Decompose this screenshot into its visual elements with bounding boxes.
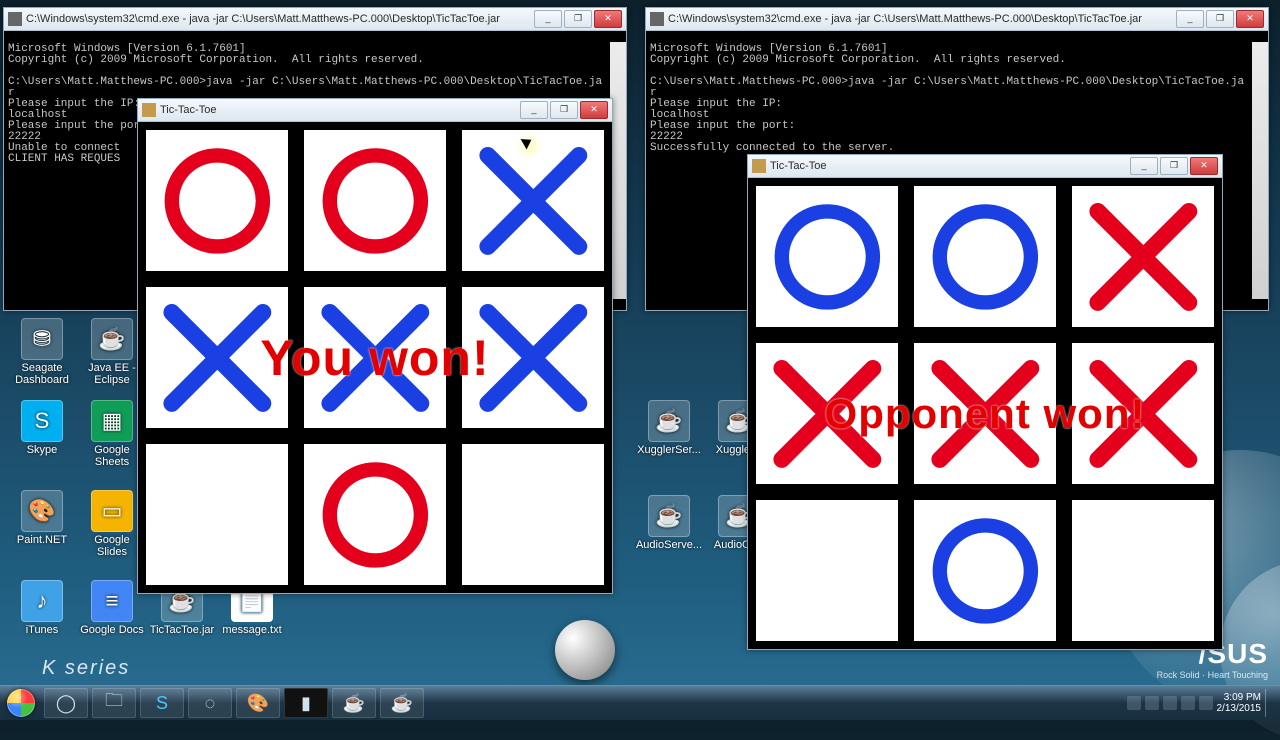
board-cell-0[interactable]	[748, 178, 906, 335]
maximize-button[interactable]: ❐	[550, 101, 578, 119]
close-button[interactable]: ✕	[594, 10, 622, 28]
board-cell-1[interactable]	[906, 178, 1064, 335]
tray-volume-icon[interactable]	[1181, 696, 1195, 710]
board-cell-7[interactable]	[296, 436, 454, 593]
game-board	[138, 122, 612, 593]
window-title: C:\Windows\system32\cmd.exe - java -jar …	[668, 13, 1174, 25]
game-board	[748, 178, 1222, 649]
cmd-icon	[8, 12, 22, 26]
brand-tagline: Rock Solid · Heart Touching	[1157, 670, 1268, 680]
board-cell-3[interactable]	[138, 279, 296, 436]
taskbar-cmd[interactable]: ▮	[284, 688, 328, 718]
icon-label: Seagate Dashboard	[8, 362, 76, 386]
taskbar-java-app[interactable]: ☕	[380, 688, 424, 718]
tray-date: 2/13/2015	[1217, 703, 1262, 714]
system-tray[interactable]: 3:09 PM 2/13/2015	[1121, 686, 1280, 720]
board-cell-2[interactable]	[1064, 178, 1222, 335]
tray-up-icon[interactable]	[1127, 696, 1141, 710]
desktop-icon[interactable]: ☕Java EE - Eclipse	[78, 318, 146, 386]
tray-time: 3:09 PM	[1217, 692, 1262, 703]
desktop-icon[interactable]: SSkype	[8, 400, 76, 456]
taskbar-paintnet[interactable]: 🎨	[236, 688, 280, 718]
board-cell-8[interactable]	[1064, 492, 1222, 649]
taskbar-eclipse[interactable]: ◌	[188, 688, 232, 718]
desktop-icon[interactable]: ▦Google Sheets	[78, 400, 146, 468]
taskbar-chrome[interactable]: ◯	[44, 688, 88, 718]
wallpaper-orb	[555, 620, 615, 680]
icon-label: TicTacToe.jar	[150, 624, 214, 636]
window-title: C:\Windows\system32\cmd.exe - java -jar …	[26, 13, 532, 25]
icon-label: Paint.NET	[17, 534, 67, 546]
tray-network-icon[interactable]	[1163, 696, 1177, 710]
start-button[interactable]	[0, 686, 42, 720]
desktop-icon[interactable]: ☕AudioServe...	[635, 495, 703, 551]
close-button[interactable]: ✕	[1236, 10, 1264, 28]
maximize-button[interactable]: ❐	[1206, 10, 1234, 28]
taskbar-skype[interactable]: S	[140, 688, 184, 718]
icon-label: Java EE - Eclipse	[78, 362, 146, 386]
tray-battery-icon[interactable]	[1199, 696, 1213, 710]
desktop-icon[interactable]: ≡Google Docs	[78, 580, 146, 636]
icon-label: Google Slides	[78, 534, 146, 558]
icon-label: Skype	[27, 444, 58, 456]
window-title: Tic-Tac-Toe	[770, 160, 1128, 172]
board-cell-2[interactable]	[454, 122, 612, 279]
tictactoe-window-left[interactable]: Tic-Tac-Toe _ ❐ ✕ You won!	[137, 98, 613, 594]
icon-label: Google Sheets	[78, 444, 146, 468]
titlebar[interactable]: C:\Windows\system32\cmd.exe - java -jar …	[646, 8, 1268, 31]
close-button[interactable]: ✕	[580, 101, 608, 119]
desktop-icon[interactable]: ♪iTunes	[8, 580, 76, 636]
wallpaper-kseries: K series	[42, 657, 130, 680]
show-desktop-button[interactable]	[1265, 689, 1274, 717]
window-title: Tic-Tac-Toe	[160, 104, 518, 116]
board-cell-8[interactable]	[454, 436, 612, 593]
board-cell-6[interactable]	[138, 436, 296, 593]
desktop-icon[interactable]: ⛃Seagate Dashboard	[8, 318, 76, 386]
board-cell-0[interactable]	[138, 122, 296, 279]
minimize-button[interactable]: _	[1130, 157, 1158, 175]
desktop-icon[interactable]: 🎨Paint.NET	[8, 490, 76, 546]
icon-label: iTunes	[26, 624, 59, 636]
taskbar[interactable]: ◯ 🗀 S ◌ 🎨 ▮ ☕ ☕ 3:09 PM 2/13/2015	[0, 685, 1280, 720]
icon-label: Google Docs	[80, 624, 144, 636]
board-cell-4[interactable]	[906, 335, 1064, 492]
maximize-button[interactable]: ❐	[564, 10, 592, 28]
board-cell-3[interactable]	[748, 335, 906, 492]
board-cell-5[interactable]	[454, 279, 612, 436]
titlebar[interactable]: Tic-Tac-Toe _ ❐ ✕	[748, 155, 1222, 178]
taskbar-java-app[interactable]: ☕	[332, 688, 376, 718]
icon-label: message.txt	[222, 624, 281, 636]
board-cell-6[interactable]	[748, 492, 906, 649]
board-cell-1[interactable]	[296, 122, 454, 279]
tray-flag-icon[interactable]	[1145, 696, 1159, 710]
maximize-button[interactable]: ❐	[1160, 157, 1188, 175]
desktop-icon[interactable]: ☕XugglerSer...	[635, 400, 703, 456]
windows-orb-icon	[7, 689, 35, 717]
tray-clock[interactable]: 3:09 PM 2/13/2015	[1217, 692, 1262, 714]
tictactoe-window-right[interactable]: Tic-Tac-Toe _ ❐ ✕ Opponent won!	[747, 154, 1223, 650]
titlebar[interactable]: Tic-Tac-Toe _ ❐ ✕	[138, 99, 612, 122]
minimize-button[interactable]: _	[520, 101, 548, 119]
icon-label: AudioServe...	[636, 539, 702, 551]
cmd-icon	[650, 12, 664, 26]
close-button[interactable]: ✕	[1190, 157, 1218, 175]
board-cell-5[interactable]	[1064, 335, 1222, 492]
java-icon	[142, 103, 156, 117]
titlebar[interactable]: C:\Windows\system32\cmd.exe - java -jar …	[4, 8, 626, 31]
board-cell-4[interactable]	[296, 279, 454, 436]
minimize-button[interactable]: _	[1176, 10, 1204, 28]
board-cell-7[interactable]	[906, 492, 1064, 649]
icon-label: XugglerSer...	[637, 444, 701, 456]
desktop-icon[interactable]: ▭Google Slides	[78, 490, 146, 558]
java-icon	[752, 159, 766, 173]
minimize-button[interactable]: _	[534, 10, 562, 28]
taskbar-explorer[interactable]: 🗀	[92, 688, 136, 718]
